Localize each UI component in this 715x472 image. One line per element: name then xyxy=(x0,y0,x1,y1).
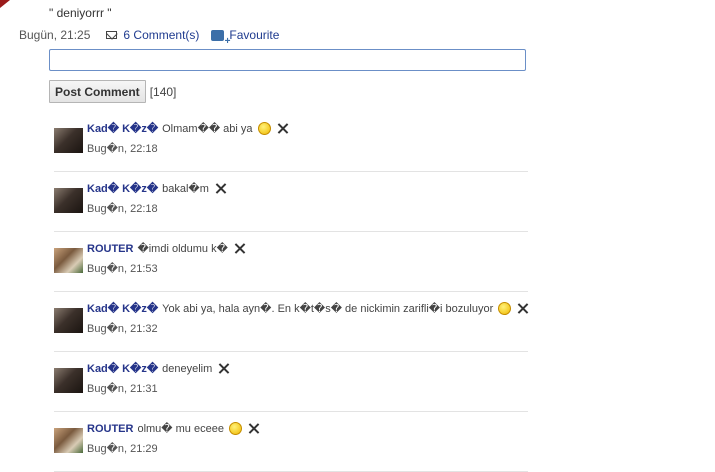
avatar[interactable] xyxy=(54,428,83,453)
comment-author[interactable]: Kad� K�z� xyxy=(87,362,158,375)
delete-comment-icon[interactable] xyxy=(277,123,288,134)
comments-link[interactable]: 6 Comment(s) xyxy=(123,28,199,42)
comment-text: �imdi oldumu k� xyxy=(137,243,228,255)
comment-text: bakal�m xyxy=(162,183,209,195)
post-comment-button[interactable]: Post Comment xyxy=(49,80,146,103)
comment-author[interactable]: Kad� K�z� xyxy=(87,302,158,315)
favourite-icon[interactable] xyxy=(211,29,230,47)
smiley-icon xyxy=(498,302,512,315)
status-text: " deniyorrr " xyxy=(49,6,112,20)
comment-list: Kad� K�z� Olmam�� abi ya Bug�n, 22:18 Kad� … xyxy=(54,112,528,472)
favourite-link[interactable]: Favourite xyxy=(229,28,279,42)
delete-comment-icon[interactable] xyxy=(517,303,528,314)
status-meta: Bugün, 21:25 6 Comment(s) Favourite xyxy=(19,28,279,47)
comment-item: ROUTER olmu� mu eceee Bug�n, 21:29 xyxy=(54,412,528,472)
corner-decoration xyxy=(0,0,10,8)
comment-time: Bug�n, 22:18 xyxy=(87,203,158,215)
avatar[interactable] xyxy=(54,308,83,333)
comment-time: Bug�n, 21:29 xyxy=(87,443,158,455)
post-row: Post Comment [140] xyxy=(49,80,176,103)
comment-time: Bug�n, 21:31 xyxy=(87,383,158,395)
comment-item: Kad� K�z� Yok abi ya, hala ayn�. En k�t�s… xyxy=(54,292,528,352)
delete-comment-icon[interactable] xyxy=(234,243,245,254)
comment-author[interactable]: Kad� K�z� xyxy=(87,122,158,135)
comment-time: Bug�n, 22:18 xyxy=(87,143,158,155)
avatar[interactable] xyxy=(54,128,83,153)
delete-comment-icon[interactable] xyxy=(218,363,229,374)
comment-time: Bug�n, 21:32 xyxy=(87,323,158,335)
comment-line: Kad� K�z� bakal�m xyxy=(87,182,226,195)
comment-line: Kad� K�z� Yok abi ya, hala ayn�. En k�t�s… xyxy=(87,302,528,315)
comment-item: Kad� K�z� deneyelim Bug�n, 21:31 xyxy=(54,352,528,412)
delete-comment-icon[interactable] xyxy=(215,183,226,194)
comment-text: Yok abi ya, hala ayn�. En k�t�s� de nick… xyxy=(162,303,494,315)
comment-line: ROUTER olmu� mu eceee xyxy=(87,422,259,435)
char-counter: [140] xyxy=(149,84,177,99)
smiley-icon xyxy=(228,422,242,435)
comment-item: Kad� K�z� Olmam�� abi ya Bug�n, 22:18 xyxy=(54,112,528,172)
status-time: Bugün, 21:25 xyxy=(19,28,91,42)
comment-author[interactable]: ROUTER xyxy=(87,243,133,255)
comment-line: Kad� K�z� Olmam�� abi ya xyxy=(87,122,288,135)
comment-text: olmu� mu eceee xyxy=(137,423,224,435)
comment-item: ROUTER �imdi oldumu k� Bug�n, 21:53 xyxy=(54,232,528,292)
comment-line: ROUTER �imdi oldumu k� xyxy=(87,242,245,256)
avatar[interactable] xyxy=(54,368,83,393)
mail-icon xyxy=(106,31,118,39)
comment-item: Kad� K�z� bakal�m Bug�n, 22:18 xyxy=(54,172,528,232)
avatar[interactable] xyxy=(54,248,83,273)
comment-author[interactable]: Kad� K�z� xyxy=(87,182,158,195)
comment-text: Olmam�� abi ya xyxy=(162,123,253,135)
avatar[interactable] xyxy=(54,188,83,213)
comment-text: deneyelim xyxy=(162,362,213,375)
comment-line: Kad� K�z� deneyelim xyxy=(87,362,229,376)
comment-author[interactable]: ROUTER xyxy=(87,423,133,435)
smiley-icon xyxy=(257,122,271,135)
delete-comment-icon[interactable] xyxy=(248,423,259,434)
comment-time: Bug�n, 21:53 xyxy=(87,263,158,275)
comment-input[interactable] xyxy=(49,49,526,71)
